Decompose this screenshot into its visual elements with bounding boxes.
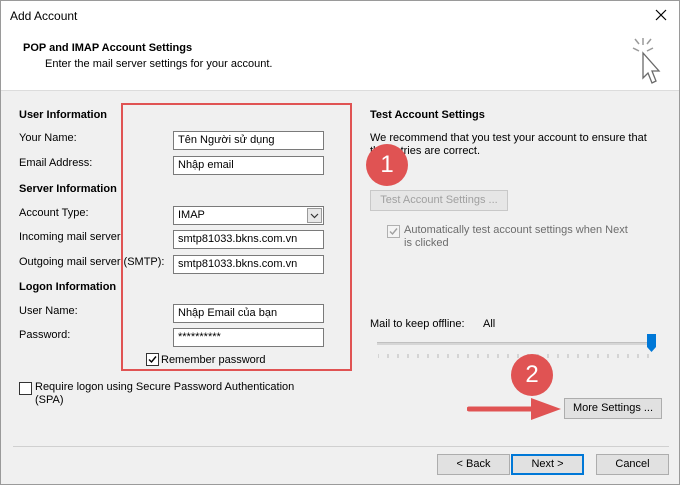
email-address-label: Email Address: bbox=[19, 157, 93, 169]
next-button[interactable]: Next > bbox=[511, 454, 584, 475]
user-information-heading: User Information bbox=[19, 109, 108, 121]
more-settings-button[interactable]: More Settings ... bbox=[564, 398, 662, 419]
user-name-label: User Name: bbox=[19, 305, 78, 317]
highlight-box bbox=[121, 103, 352, 371]
dialog-header: POP and IMAP Account Settings Enter the … bbox=[1, 32, 679, 91]
password-label: Password: bbox=[19, 329, 71, 341]
test-description-line1: We recommend that you test your account … bbox=[370, 132, 647, 144]
arrow-annotation-icon bbox=[467, 398, 561, 420]
spa-checkbox[interactable] bbox=[19, 382, 32, 395]
slider-ticks bbox=[378, 354, 649, 358]
click-cursor-icon bbox=[632, 38, 661, 84]
offline-slider-track[interactable] bbox=[377, 342, 655, 345]
header-subtitle: Enter the mail server settings for your … bbox=[45, 58, 273, 70]
test-account-settings-button[interactable]: Test Account Settings ... bbox=[370, 190, 508, 211]
server-information-heading: Server Information bbox=[19, 183, 117, 195]
account-type-label: Account Type: bbox=[19, 207, 89, 219]
add-account-dialog: Add Account POP and IMAP Account Setting… bbox=[0, 0, 680, 485]
logon-information-heading: Logon Information bbox=[19, 281, 117, 293]
step-2-badge: 2 bbox=[511, 354, 553, 396]
your-name-label: Your Name: bbox=[19, 132, 77, 144]
step-1-badge: 1 bbox=[366, 144, 408, 186]
checkmark-icon bbox=[389, 228, 398, 236]
header-title: POP and IMAP Account Settings bbox=[23, 42, 193, 54]
cancel-button[interactable]: Cancel bbox=[596, 454, 669, 475]
close-icon[interactable] bbox=[653, 7, 669, 23]
back-button[interactable]: < Back bbox=[437, 454, 510, 475]
test-account-heading: Test Account Settings bbox=[370, 109, 485, 121]
incoming-server-label: Incoming mail server: bbox=[19, 231, 124, 243]
window-title: Add Account bbox=[10, 9, 78, 23]
offline-value: All bbox=[483, 318, 496, 330]
offline-label: Mail to keep offline: bbox=[370, 318, 465, 330]
auto-test-label-line1: Automatically test account settings when… bbox=[404, 224, 628, 236]
spa-label-line1: Require logon using Secure Password Auth… bbox=[35, 381, 295, 393]
auto-test-checkbox[interactable] bbox=[387, 225, 400, 238]
spa-label-line2: (SPA) bbox=[35, 394, 64, 406]
auto-test-label-line2: is clicked bbox=[404, 237, 449, 249]
offline-slider-thumb[interactable] bbox=[647, 334, 656, 352]
title-bar: Add Account bbox=[1, 1, 679, 32]
footer-divider bbox=[13, 446, 669, 447]
